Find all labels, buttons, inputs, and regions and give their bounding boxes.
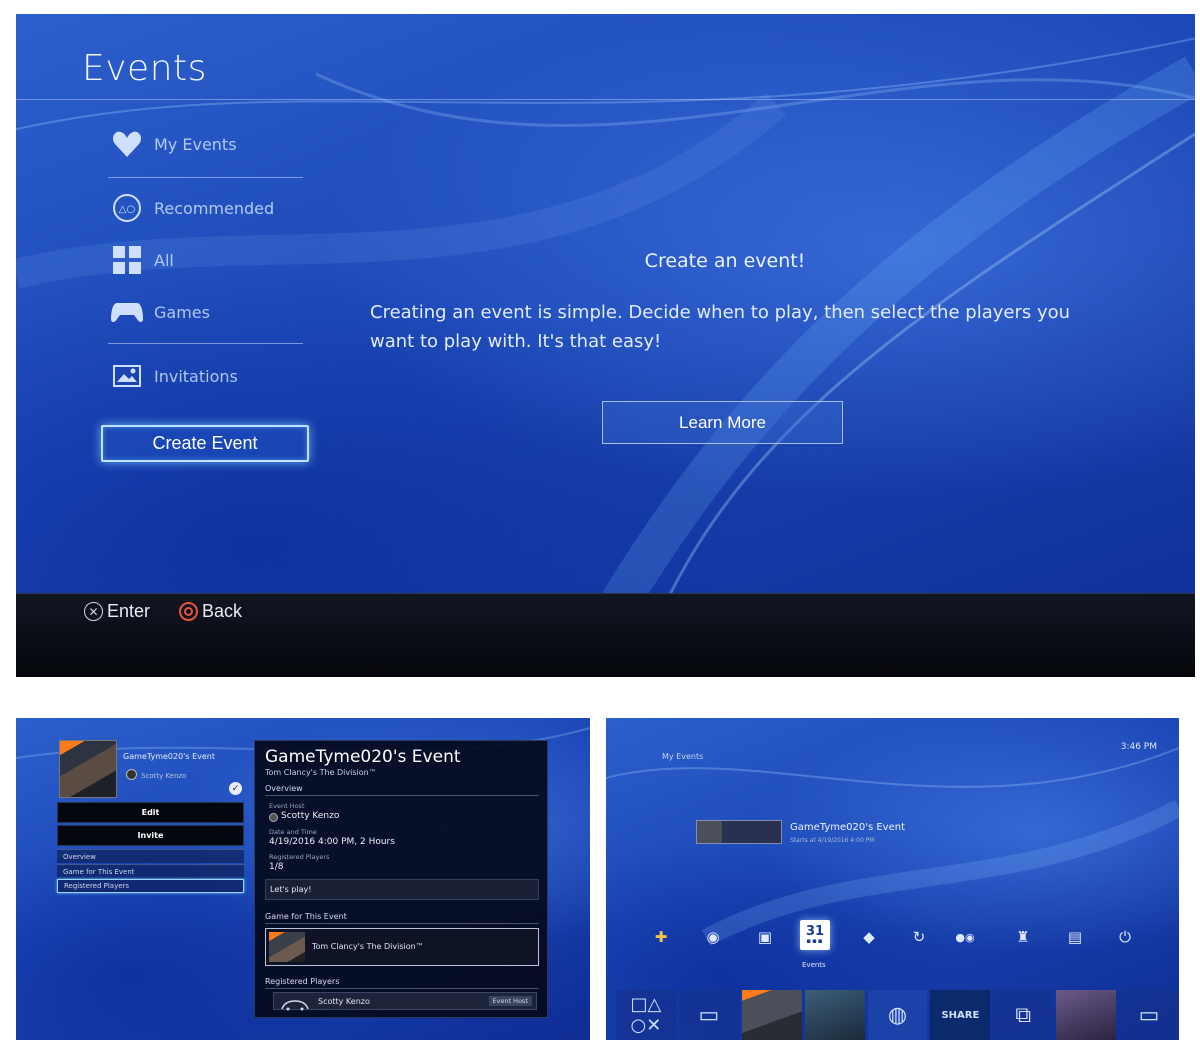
nav-label: Invitations [154, 366, 238, 386]
function-label: Events [802, 961, 826, 969]
clock: 3:46 PM [1120, 742, 1157, 752]
game-section-heading: Game for This Event [265, 912, 347, 921]
event-detail-screen: GameTyme020's Event Scotty Kenzo ✓ Edit … [16, 718, 590, 1040]
my-events-label: My Events [662, 752, 704, 761]
edit-button[interactable]: Edit [57, 802, 244, 823]
host-key: Event Host [269, 802, 305, 810]
avatar [269, 813, 278, 822]
nav-divider [108, 177, 303, 178]
invitation-icon [108, 361, 146, 391]
event-host: Scotty Kenzo [141, 772, 187, 780]
create-event-button[interactable]: Create Event [101, 425, 309, 462]
power-icon[interactable]: ⏻ [1114, 926, 1136, 948]
svg-text:△○: △○ [119, 204, 135, 215]
registered-key: Registered Players [269, 853, 330, 861]
section-divider [265, 988, 539, 989]
grid-icon [108, 245, 146, 275]
game-cover-thumbnail [269, 932, 305, 962]
player-name: Scotty Kenzo [318, 997, 370, 1006]
controller-icon [108, 297, 146, 327]
event-name: GameTyme020's Event [790, 822, 906, 833]
nav-my-events[interactable]: My Events [108, 124, 308, 164]
profile-icon[interactable]: ●◉ [954, 926, 976, 948]
cross-button-icon: ✕ [84, 602, 103, 621]
section-divider [265, 795, 539, 796]
registered-value: 1/8 [269, 862, 284, 872]
game-tile[interactable] [741, 990, 802, 1040]
nav-label: All [154, 250, 174, 270]
nav-divider [108, 343, 303, 344]
create-event-description: Creating an event is simple. Decide when… [370, 302, 1071, 352]
heart-icon [108, 129, 146, 159]
nav-all[interactable]: All [108, 240, 308, 280]
tab-overview[interactable]: Overview [57, 849, 244, 863]
event-name: GameTyme020's Event [123, 752, 216, 761]
overview-heading: Overview [265, 784, 303, 793]
event-host-badge: Event Host [488, 996, 532, 1006]
whats-new-icon[interactable]: ◉ [702, 926, 724, 948]
detail-game-subtitle: Tom Clancy's The Division™ [265, 768, 377, 777]
game-tile[interactable] [804, 990, 865, 1040]
playstation-store-icon[interactable]: ◍ [867, 990, 928, 1040]
back-hint-label: Back [202, 601, 243, 621]
event-message-text: Let's play! [270, 885, 312, 894]
game-tile[interactable] [1056, 990, 1117, 1040]
nav-label: Recommended [154, 198, 275, 218]
settings-icon[interactable]: ▤ [1064, 926, 1086, 948]
playstation-plus-icon[interactable]: ✚ [650, 926, 672, 948]
event-detail-card: GameTyme020's Event Tom Clancy's The Div… [254, 740, 548, 1018]
nav-label: Games [154, 302, 210, 322]
ps-shapes-icon: △○ [108, 193, 146, 223]
game-cover-thumbnail [59, 740, 117, 798]
nav-games[interactable]: Games [108, 292, 308, 332]
nav-label: My Events [154, 134, 237, 154]
event-message: Let's play! [265, 879, 539, 900]
enter-hint: ✕ Enter [84, 601, 150, 622]
create-event-heading: Create an event! [644, 250, 806, 272]
player-car-icon [280, 996, 310, 1011]
tab-game-for-this-event[interactable]: Game for This Event [57, 864, 244, 878]
library-icon[interactable]: □△ ○✕ [616, 990, 676, 1040]
nav-recommended[interactable]: △○ Recommended [108, 188, 308, 228]
home-screen: 3:46 PM My Events GameTyme020's Event St… [606, 718, 1179, 1040]
back-hint: Back [179, 601, 242, 622]
players-section-heading: Registered Players [265, 977, 340, 986]
enter-hint-label: Enter [107, 601, 151, 621]
events-screen: Events My Events △○ Recommended All Game… [16, 14, 1195, 677]
host-value: Scotty Kenzo [281, 811, 340, 821]
page-title: Events [82, 48, 207, 89]
datetime-key: Date and Time [269, 828, 317, 836]
avatar [126, 769, 137, 780]
party-icon[interactable]: ◆ [858, 926, 880, 948]
game-name: Tom Clancy's The Division™ [312, 942, 424, 951]
function-bar: ✚ ◉ ▣ 31 ▪▪▪ ◆ ↻ ●◉ ♜ ▤ ⏻ [646, 918, 1166, 958]
datetime-value: 4/19/2016 4:00 PM, 2 Hours [269, 837, 395, 847]
trophy-icon[interactable]: ♜ [1012, 926, 1034, 948]
section-divider [265, 923, 539, 924]
button-hint-bar: ✕ Enter Back [16, 593, 1195, 677]
circle-button-icon [179, 602, 198, 621]
detail-title: GameTyme020's Event [265, 747, 461, 767]
content-tray: □△ ○✕ ▭ ◍ SHARE ⧉ ▭ [616, 990, 1179, 1040]
tab-registered-players[interactable]: Registered Players [57, 879, 244, 893]
event-thumbnail[interactable] [696, 820, 782, 844]
check-icon: ✓ [229, 782, 242, 795]
learn-more-button[interactable]: Learn More [602, 401, 843, 444]
game-card[interactable]: Tom Clancy's The Division™ [265, 928, 539, 966]
invite-button[interactable]: Invite [57, 825, 244, 846]
event-start-time: Starts at 4/19/2016 4:00 PM [790, 837, 875, 844]
title-divider [16, 99, 1195, 100]
events-calendar-icon[interactable]: 31 ▪▪▪ [800, 920, 830, 950]
nav-invitations[interactable]: Invitations [108, 356, 308, 396]
messages-icon[interactable]: ▣ [754, 926, 776, 948]
capture-gallery-icon[interactable]: ⧉ [993, 990, 1054, 1040]
tv-video-icon[interactable]: ▭ [678, 990, 739, 1040]
player-row[interactable]: Scotty Kenzo Event Host [273, 992, 537, 1011]
tv-icon[interactable]: ▭ [1119, 990, 1179, 1040]
share-factory-icon[interactable]: SHARE [930, 990, 991, 1040]
refresh-icon[interactable]: ↻ [908, 926, 930, 948]
